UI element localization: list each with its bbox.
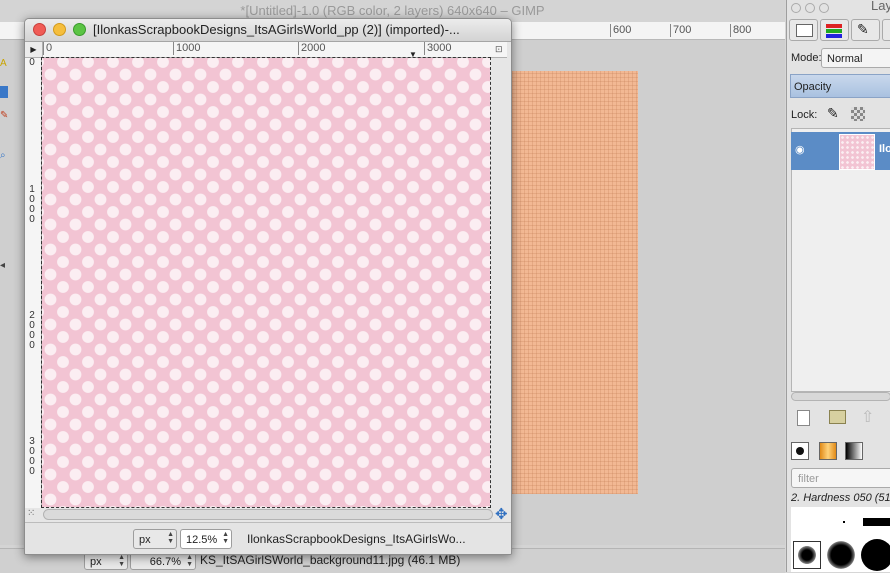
visibility-eye-icon[interactable]: ◉: [795, 143, 805, 156]
dock-close-icon[interactable]: [791, 3, 801, 13]
layers-dock: Layer ✎ Mode: Normal Opacity Lock: ✎ ◉ I…: [786, 0, 890, 572]
channels-tab-icon[interactable]: [820, 19, 849, 41]
dock-minimize-icon[interactable]: [805, 3, 815, 13]
mode-value: Normal: [827, 53, 863, 65]
layer-name[interactable]: Ilo: [879, 143, 890, 155]
navigate-icon[interactable]: ⊡: [495, 44, 503, 55]
ruler-tick: 600: [610, 24, 631, 37]
select-tool-icon[interactable]: [0, 86, 8, 98]
file-name-label: IlonkasScrapbookDesigns_ItsAGirlsWo...: [247, 532, 466, 546]
brush-swatch[interactable]: [843, 521, 845, 523]
text-tool-icon[interactable]: A: [0, 58, 8, 70]
spin-arrows-icon: ▲ ▼: [186, 554, 193, 568]
layers-scrollbar[interactable]: [791, 392, 890, 401]
gradients-tab-icon[interactable]: [845, 442, 863, 460]
image-window-titlebar[interactable]: [IlonkasScrapbookDesigns_ItsAGirlsWorld_…: [25, 19, 511, 42]
image-window: [IlonkasScrapbookDesigns_ItsAGirlsWorld_…: [24, 18, 512, 555]
move-navigate-icon[interactable]: ✥: [495, 505, 508, 523]
new-layer-icon[interactable]: [797, 410, 810, 426]
spin-arrows-icon: ▲ ▼: [118, 554, 125, 568]
spin-arrows-icon: ▲ ▼: [167, 531, 174, 545]
brushes-filter-input[interactable]: filter: [791, 468, 890, 488]
spin-arrows-icon: ▲ ▼: [222, 531, 229, 545]
dock-title: Layer: [871, 0, 890, 13]
brush-swatch[interactable]: [861, 539, 890, 571]
ruler-tick: 2 0 0 0: [29, 310, 35, 351]
ruler-tick: 700: [670, 24, 691, 37]
quick-mask-toggle-icon[interactable]: ▶: [25, 42, 43, 58]
pencil-tool-icon[interactable]: ✎: [0, 110, 8, 122]
ruler-tick: 3000: [424, 42, 451, 55]
layers-tab-icon[interactable]: [789, 19, 818, 41]
polka-dot-paper-canvas[interactable]: [41, 57, 491, 508]
unit-value: px: [139, 534, 151, 546]
horizontal-scrollbar[interactable]: [43, 509, 493, 520]
image-window-title: [IlonkasScrapbookDesigns_ItsAGirlsWorld_…: [93, 22, 460, 37]
undo-tab-icon[interactable]: [882, 19, 890, 41]
zoom-value: 66.7%: [149, 556, 181, 568]
brush-name-label: 2. Hardness 050 (51: [791, 492, 890, 504]
lock-label: Lock:: [791, 109, 818, 121]
zoom-value: 12.5%: [186, 534, 218, 546]
zoom-select[interactable]: 12.5% ▲ ▼: [180, 529, 232, 549]
mode-label: Mode:: [791, 52, 822, 64]
raise-layer-icon[interactable]: ⇧: [861, 407, 874, 427]
mode-select[interactable]: Normal: [821, 48, 890, 68]
image-window-status-bar: px ▲ ▼ 12.5% ▲ ▼ IlonkasScrapbookDesigns_I…: [25, 522, 511, 554]
brushes-tab-icon[interactable]: [791, 442, 809, 460]
minimize-icon[interactable]: [53, 23, 66, 36]
brush-swatch-selected[interactable]: [793, 541, 821, 569]
ruler-tick: 2000: [298, 42, 325, 55]
collapse-arrow-icon[interactable]: ◂: [0, 260, 8, 272]
horizontal-ruler[interactable]: 0 1000 2000 3000 ▼ ⊡: [43, 42, 507, 59]
ruler-tick: 3 0 0 0: [29, 436, 35, 477]
brush-grid: [791, 507, 890, 572]
patterns-tab-icon[interactable]: [819, 442, 837, 460]
unit-value: px: [90, 556, 102, 568]
layer-row[interactable]: ◉ Ilo: [791, 132, 890, 170]
file-info-label: KS_ItSAGirlSWorld_background11.jpg (46.1…: [200, 553, 461, 567]
ruler-tick: 0: [29, 57, 35, 68]
dock-maximize-icon[interactable]: [819, 3, 829, 13]
ruler-tick: 0: [43, 42, 52, 55]
lock-pixels-icon[interactable]: ✎: [827, 105, 839, 122]
new-layer-group-icon[interactable]: [829, 410, 846, 424]
lock-alpha-icon[interactable]: [851, 107, 865, 121]
opacity-slider[interactable]: Opacity: [790, 74, 890, 98]
vertical-ruler[interactable]: 0 1 0 0 0 2 0 0 0 3 0 0 0: [25, 58, 42, 508]
woven-background-image[interactable]: [508, 71, 638, 494]
layer-thumbnail: [839, 134, 875, 170]
brush-swatch[interactable]: [827, 541, 855, 569]
unit-select[interactable]: px ▲ ▼: [133, 529, 177, 549]
opacity-label: Opacity: [794, 81, 832, 93]
canvas-corner-icon: ⁙: [27, 508, 36, 519]
filter-placeholder: filter: [798, 473, 819, 485]
ruler-tick: 1 0 0 0: [29, 184, 35, 225]
ruler-tick: 800: [730, 24, 751, 37]
close-icon[interactable]: [33, 23, 46, 36]
paths-tab-icon[interactable]: ✎: [851, 19, 880, 41]
brush-swatch[interactable]: [863, 518, 890, 526]
maximize-icon[interactable]: [73, 23, 86, 36]
zoom-tool-icon[interactable]: ⌕: [0, 150, 8, 162]
ruler-tick: 1000: [173, 42, 200, 55]
